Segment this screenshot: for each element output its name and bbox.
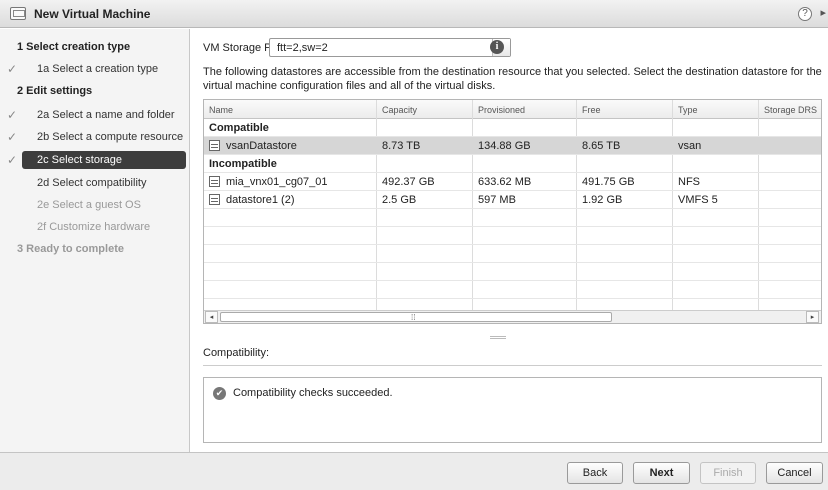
column-header-name[interactable]: Name (209, 105, 233, 115)
wizard-steps-nav: 1 Select creation type ✓ 1a Select a cre… (0, 29, 190, 452)
datastore-icon (209, 140, 220, 151)
back-button[interactable]: Back (567, 462, 623, 484)
grip-icon: ⁞⁞ (411, 313, 416, 322)
datastore-provisioned: 597 MB (478, 194, 516, 206)
divider (203, 365, 822, 366)
nav-step-3: 3 Ready to complete (0, 239, 190, 259)
column-header-provisioned[interactable]: Provisioned (478, 105, 525, 115)
checkmark-icon: ✓ (7, 108, 18, 122)
nav-step-label: 1 Select creation type (17, 41, 131, 53)
scrollbar-thumb[interactable]: ⁞⁞ (220, 312, 612, 322)
compatibility-message: Compatibility checks succeeded. (233, 387, 393, 399)
empty-row (204, 263, 821, 281)
nav-step-label: 2a Select a name and folder (37, 109, 175, 121)
group-label: Incompatible (209, 158, 277, 170)
finish-button: Finish (700, 462, 756, 484)
checkmark-icon: ✓ (7, 130, 18, 144)
datastore-provisioned: 633.62 MB (478, 176, 532, 188)
nav-step-label: 2f Customize hardware (37, 221, 151, 233)
datastore-name: datastore1 (2) (226, 194, 295, 206)
datastore-icon (209, 176, 220, 187)
datastore-free: 491.75 GB (582, 176, 635, 188)
datastore-provisioned: 134.88 GB (478, 140, 531, 152)
cancel-button[interactable]: Cancel (766, 462, 823, 484)
table-header: Name Capacity Provisioned Free Type Stor… (204, 100, 821, 119)
storage-policy-select[interactable]: ftt=2,sw=2 ▾ (269, 38, 511, 57)
compatibility-panel: ✔ Compatibility checks succeeded. (203, 377, 822, 443)
group-label: Compatible (209, 122, 269, 134)
nav-step-label: 2e Select a guest OS (37, 199, 141, 211)
scroll-right-icon[interactable]: ▸ (806, 311, 819, 323)
table-row[interactable]: vsanDatastore 8.73 TB 134.88 GB 8.65 TB … (204, 137, 821, 155)
datastore-name: vsanDatastore (226, 140, 297, 152)
expand-icon[interactable]: ▸ (820, 6, 826, 19)
table-row[interactable]: mia_vnx01_cg07_01 492.37 GB 633.62 MB 49… (204, 173, 821, 191)
nav-step-label: 2c Select storage (37, 154, 122, 166)
scroll-left-icon[interactable]: ◂ (205, 311, 218, 323)
datastore-capacity: 8.73 TB (382, 140, 421, 152)
empty-row (204, 209, 821, 227)
storage-policy-value: ftt=2,sw=2 (277, 42, 328, 54)
datastore-type: VMFS 5 (678, 194, 718, 206)
instructions-text: The following datastores are accessible … (203, 66, 822, 92)
nav-step-label: 1a Select a creation type (37, 63, 159, 75)
datastore-free: 8.65 TB (582, 140, 621, 152)
nav-step-2c[interactable]: ✓ 2c Select storage (0, 150, 190, 170)
nav-step-2: 2 Edit settings (0, 81, 190, 101)
info-icon[interactable]: i (490, 40, 504, 54)
nav-step-label: 3 Ready to complete (17, 243, 124, 255)
wizard-footer: Back Next Finish Cancel (0, 452, 828, 490)
table-group-row: Compatible (204, 119, 821, 137)
nav-step-2e: 2e Select a guest OS (0, 195, 190, 215)
empty-row (204, 227, 821, 245)
empty-row (204, 245, 821, 263)
nav-step-label: 2d Select compatibility (37, 177, 147, 189)
datastore-table: Name Capacity Provisioned Free Type Stor… (203, 99, 822, 324)
datastore-type: vsan (678, 140, 702, 152)
success-check-icon: ✔ (213, 387, 226, 400)
datastore-free: 1.92 GB (582, 194, 623, 206)
checkmark-icon: ✓ (7, 153, 18, 167)
virtual-machine-icon (10, 7, 26, 20)
window-title: New Virtual Machine (34, 6, 151, 21)
column-header-storage-drs[interactable]: Storage DRS (764, 105, 817, 115)
table-row[interactable]: datastore1 (2) 2.5 GB 597 MB 1.92 GB VMF… (204, 191, 821, 209)
datastore-icon (209, 194, 220, 205)
nav-step-1: 1 Select creation type (0, 37, 190, 57)
pane-splitter-handle[interactable] (490, 336, 506, 339)
compatibility-label: Compatibility: (203, 347, 270, 359)
empty-row (204, 281, 821, 299)
column-header-type[interactable]: Type (678, 105, 698, 115)
nav-step-label: 2b Select a compute resource (37, 131, 184, 143)
nav-step-2a[interactable]: ✓ 2a Select a name and folder (0, 105, 190, 125)
nav-step-2f: 2f Customize hardware (0, 217, 190, 237)
column-header-free[interactable]: Free (582, 105, 601, 115)
storage-policy-row: VM Storage Policy: ftt=2,sw=2 ▾ i (203, 38, 511, 58)
nav-step-2b[interactable]: ✓ 2b Select a compute resource (0, 127, 190, 147)
column-header-capacity[interactable]: Capacity (382, 105, 417, 115)
next-button[interactable]: Next (633, 462, 690, 484)
datastore-type: NFS (678, 176, 700, 188)
nav-step-2d[interactable]: 2d Select compatibility (0, 173, 190, 193)
checkmark-icon: ✓ (7, 62, 18, 76)
nav-step-label: 2 Edit settings (17, 85, 93, 97)
datastore-name: mia_vnx01_cg07_01 (226, 176, 328, 188)
datastore-capacity: 2.5 GB (382, 194, 417, 206)
datastore-capacity: 492.37 GB (382, 176, 435, 188)
help-icon[interactable]: ? (798, 7, 812, 21)
table-group-row: Incompatible (204, 155, 821, 173)
title-bar: New Virtual Machine ? ▸ (0, 0, 828, 28)
horizontal-scrollbar[interactable]: ◂ ⁞⁞ ▸ (204, 310, 821, 323)
nav-step-1a[interactable]: ✓ 1a Select a creation type (0, 59, 190, 79)
